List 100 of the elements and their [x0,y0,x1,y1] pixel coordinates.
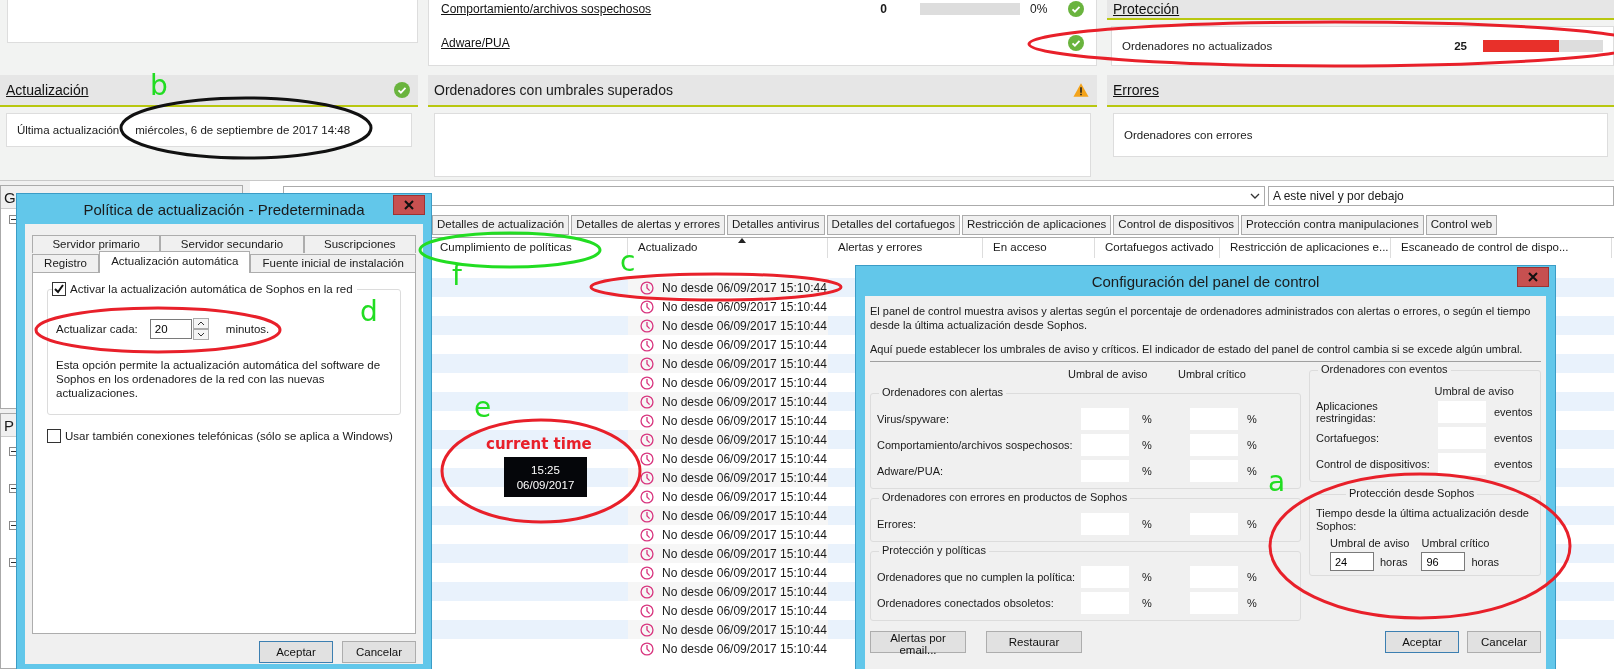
pane-title: P [4,416,14,434]
dialog-tab[interactable]: Fuente inicial de instalación [250,254,416,272]
hours-unit: horas [1471,555,1499,568]
warning-threshold-field[interactable] [1438,453,1486,475]
percent-unit: % [1141,518,1153,530]
panel-title[interactable]: Actualización [6,82,89,98]
dialog-tab[interactable]: Suscripciones [303,235,416,253]
last-update-value: miércoles, 6 de septiembre de 2017 14:48 [135,124,351,136]
table-cell: No desde 06/09/2017 15:10:44 [662,375,827,390]
clock-time: 15:25 [531,463,560,476]
clock-icon [640,413,654,428]
percent-unit: % [1141,597,1153,609]
dialog-tab[interactable]: Servidor primario [32,235,161,253]
view-tab[interactable]: Detalles de alertas y errores [571,215,726,235]
column-header[interactable]: En acceso [983,238,1095,258]
group-description: Tiempo desde la última actualización desde Sophos: [1316,507,1530,533]
table-cell: No desde 06/09/2017 15:10:44 [662,546,827,561]
table-cell: No desde 06/09/2017 15:10:44 [662,603,827,618]
scope-dropdown[interactable]: A este nivel y por debajo [1268,186,1614,206]
view-tab[interactable]: Restricción de aplicaciones [962,215,1112,235]
clock-icon [640,280,654,295]
threshold-label: Errores: [877,518,918,530]
dialog-button[interactable]: Aceptar [259,641,333,663]
table-cell: No desde 06/09/2017 15:10:44 [662,641,827,656]
percent-unit: % [1246,465,1258,477]
hours-field[interactable]: 96 [1421,552,1466,571]
clock-icon [640,375,654,390]
pane-title: G [4,188,16,206]
alert-count: 0 [879,2,887,16]
view-tab[interactable]: Detalles antivirus [727,215,825,235]
dialog-button[interactable]: Alertas por email... [870,631,966,653]
events-unit: eventos [1494,432,1534,444]
view-tab[interactable]: Control web [1425,215,1498,235]
percent-unit: % [1141,465,1153,477]
alert-link[interactable]: Comportamiento/archivos sospechosos [441,2,847,16]
clock-icon [640,641,654,656]
annotation-letter: a [1268,468,1286,496]
column-header[interactable]: Escaneado de control de dispo... [1391,238,1612,258]
dialog-button[interactable]: Cancelar [342,641,416,663]
errors-label: Ordenadores con errores [1124,129,1253,141]
intro-text: Aquí puede establecer los umbrales de aviso y críticos. El indicador de estado del panel de control cambia si se excede algún umbral. [870,342,1524,356]
group-title: Protección desde Sophos [1346,487,1478,499]
dialog-button[interactable]: Aceptar [1385,631,1459,653]
panel-title[interactable]: Errores [1113,82,1159,98]
column-header[interactable]: Cortafuegos activado [1095,238,1220,258]
auto-update-checkbox[interactable]: Activar la actualización automática de Sophos en la red [52,282,357,296]
panel-title[interactable]: Protección [1113,1,1180,17]
dialog-tab[interactable]: Actualización automática [99,251,251,273]
close-button[interactable] [393,195,425,215]
dialup-checkbox[interactable]: Usar también conexiones telefónicas (sólo se aplica a Windows) [47,429,401,443]
group-dropdown[interactable] [283,186,1265,206]
threshold-label: Umbral de aviso [1330,537,1410,549]
dialog-button[interactable]: Cancelar [1467,631,1541,653]
table-cell: No desde 06/09/2017 15:10:44 [662,432,827,447]
clock-icon [640,299,654,314]
column-label: Umbral crítico [1178,368,1247,382]
table-cell: No desde 06/09/2017 15:10:44 [662,470,827,485]
clock-icon [640,508,654,523]
events-unit: eventos [1494,458,1534,470]
table-cell: No desde 06/09/2017 15:10:44 [662,394,827,409]
table-cell: No desde 06/09/2017 15:10:44 [662,413,827,428]
threshold-label: Control de dispositivos: [1316,458,1431,470]
threshold-label: Comportamiento/archivos sospechosos: [877,439,1074,451]
dialog-tab[interactable]: Registro [32,254,100,272]
clock-icon [640,394,654,409]
threshold-label: Adware/PUA: [877,465,945,477]
column-header[interactable]: Restricción de aplicaciones e... [1220,238,1391,258]
threshold-label: Cortafuegos: [1316,432,1380,444]
column-header[interactable]: Alertas y errores [828,238,983,258]
interval-field[interactable]: 20 [149,319,192,339]
alert-link[interactable]: Adware/PUA [441,36,1068,50]
spinner-buttons[interactable] [192,318,209,340]
clock-icon [640,489,654,504]
description-text: Esta opción permite la actualización automática del software de Sophos en los ordenadores de la red con las nuevas actualizaciones. [56,358,382,400]
protection-count: 25 [1453,40,1467,52]
threshold-label: Ordenadores que no cumplen la política: [877,571,1077,583]
close-button[interactable] [1517,267,1549,287]
clock-icon [640,622,654,637]
table-cell: No desde 06/09/2017 15:10:44 [662,584,827,599]
group-title: Ordenadores con errores en productos de Sophos [879,491,1131,503]
clock-icon [640,318,654,333]
annotation-letter: e [474,394,492,422]
clock-icon [640,584,654,599]
dialog-button[interactable]: Restaurar [986,631,1082,653]
intro-text: El panel de control muestra avisos y alertas según el porcentaje de ordenadores administrados con alertas o errores, o según el tiempo desde la última actualización desde Sophos. [870,304,1532,332]
view-tab[interactable]: Detalles de actualización [432,215,570,235]
view-tab[interactable]: Control de dispositivos [1113,215,1240,235]
group-title: Protección y políticas [879,544,989,556]
hours-unit: horas [1380,555,1408,568]
dialog-tab[interactable]: Servidor secundario [160,235,304,253]
view-tab[interactable]: Protección contra manipulaciones [1241,215,1424,235]
table-cell: No desde 06/09/2017 15:10:44 [662,508,827,523]
close-icon [1528,272,1538,282]
annotation-letter: d [360,298,378,326]
interval-unit: minutos. [225,323,270,335]
view-tab[interactable]: Detalles del cortafuegos [826,215,960,235]
chevron-icon [1250,193,1260,199]
column-label: Umbral de aviso [1433,385,1514,397]
hours-field[interactable]: 24 [1330,552,1374,571]
clock-icon [640,527,654,542]
